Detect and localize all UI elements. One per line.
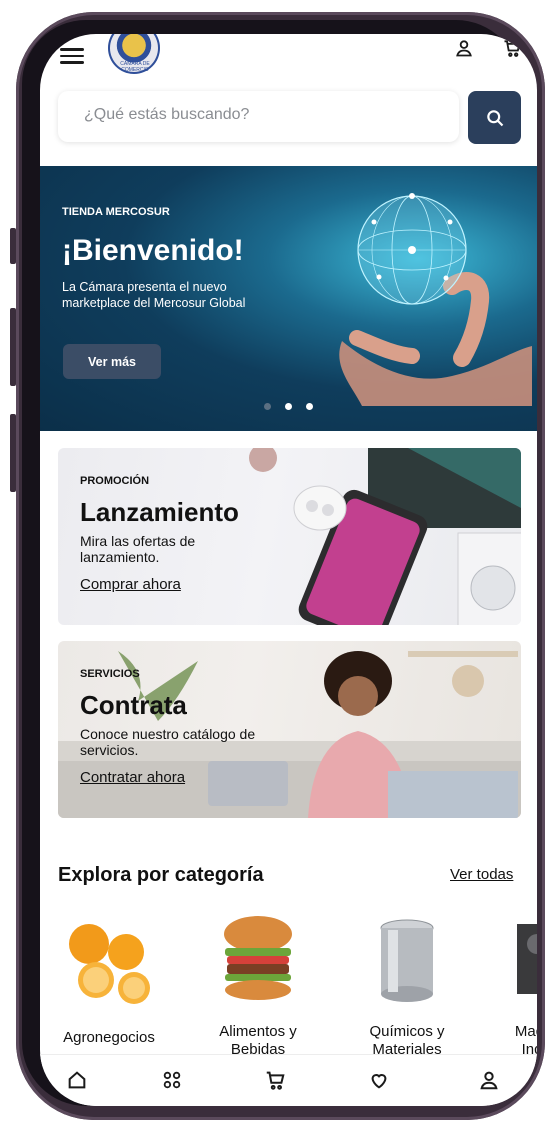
top-bar: CÁMARA DE COMERCIO [40, 34, 537, 86]
category-item[interactable]: Agronegocios [49, 914, 169, 1047]
cart-icon[interactable] [264, 1069, 286, 1091]
categories-heading: Explora por categoría [58, 864, 264, 886]
services-description: Conoce nuestro catálogo de servicios. [80, 726, 256, 758]
services-tag: SERVICIOS [80, 668, 140, 680]
promo-description: Mira las ofertas de lanzamiento. [80, 533, 196, 565]
digital-globe-illustration [357, 193, 467, 305]
oranges-image [69, 924, 150, 1004]
side-button [10, 308, 16, 386]
carousel-dot[interactable] [264, 403, 271, 410]
side-button [10, 228, 16, 264]
ver-todas-link[interactable]: Ver todas [450, 866, 513, 883]
bottom-navigation [40, 1054, 537, 1106]
cart-icon[interactable] [502, 38, 522, 58]
devices-illustration [249, 448, 521, 625]
category-label: Agronegocios [63, 1029, 155, 1046]
promo-title: Lanzamiento [80, 497, 239, 527]
home-icon[interactable] [66, 1069, 88, 1091]
logo-caption: CÁMARA DE COMERCIO [120, 61, 150, 73]
search-input[interactable]: ¿Qué estás buscando? [84, 106, 249, 124]
comprar-ahora-link[interactable]: Comprar ahora [80, 576, 181, 593]
hero-banner[interactable]: TIENDA MERCOSUR ¡Bienvenido! La Cámara p… [40, 166, 537, 431]
user-icon[interactable] [454, 38, 474, 58]
search-icon [486, 109, 503, 126]
carousel-dot[interactable] [306, 403, 313, 410]
side-button [10, 414, 16, 492]
category-item[interactable]: Alimentos y Bebidas [198, 914, 318, 1059]
search-button[interactable] [468, 91, 521, 144]
search-box[interactable]: ¿Qué estás buscando? [58, 91, 459, 142]
paint-can-image [380, 919, 434, 1002]
hero-title: ¡Bienvenido! [62, 234, 244, 267]
hero-brand-label: TIENDA MERCOSUR [62, 206, 170, 218]
app-screen: CÁMARA DE COMERCIO ¿Qué estás buscando? [40, 34, 537, 1106]
contratar-ahora-link[interactable]: Contratar ahora [80, 769, 185, 786]
user-icon[interactable] [478, 1069, 500, 1091]
carousel-dot[interactable] [285, 403, 292, 410]
grid-icon[interactable] [161, 1069, 183, 1091]
category-item[interactable]: Maquinaria Industrial [492, 914, 537, 1059]
category-item[interactable]: Químicos y Materiales [347, 914, 467, 1059]
ver-mas-button[interactable]: Ver más [63, 344, 161, 379]
hero-description: La Cámara presenta el nuevo marketplace … [62, 280, 246, 310]
carousel-indicators [264, 403, 313, 410]
promo-card[interactable]: PROMOCIÓN Lanzamiento Mira las ofertas d… [58, 448, 521, 625]
heart-icon[interactable] [368, 1069, 390, 1091]
burger-image [224, 916, 292, 1000]
services-title: Contrata [80, 690, 187, 720]
hamburger-menu-icon[interactable] [60, 44, 84, 64]
services-card[interactable]: SERVICIOS Contrata Conoce nuestro catálo… [58, 641, 521, 818]
machinery-image [517, 924, 537, 994]
promo-tag: PROMOCIÓN [80, 475, 150, 487]
